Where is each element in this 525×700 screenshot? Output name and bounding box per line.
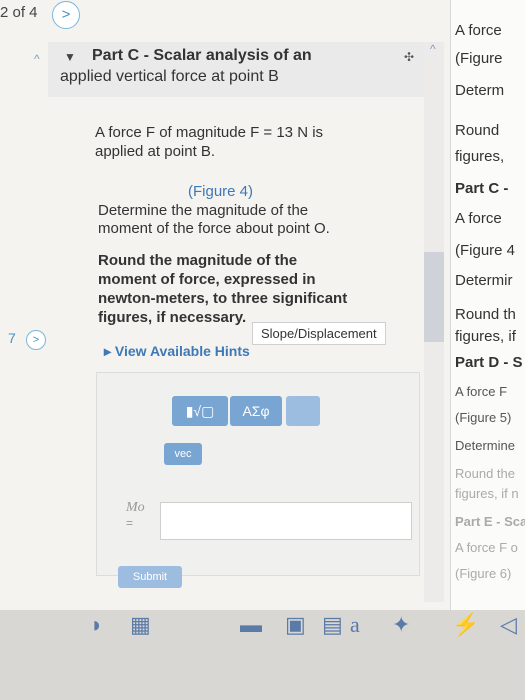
mo-label: Mo bbox=[126, 500, 145, 515]
sidebar-part-line: figures, if n bbox=[455, 486, 519, 501]
dropbox-icon[interactable]: ✦ bbox=[392, 612, 410, 638]
dock-app-icon-1[interactable]: ◗ bbox=[90, 612, 103, 638]
question-line-2: moment of the force about point O. bbox=[98, 220, 330, 237]
templates-button[interactable]: ▮√▢ bbox=[172, 396, 228, 426]
equals-sign: = bbox=[126, 516, 134, 530]
sidebar-part-line: Round bbox=[455, 122, 500, 139]
sidebar-part-line[interactable]: Part C - bbox=[455, 180, 508, 197]
sidebar-part-line: figures, if bbox=[455, 328, 516, 345]
side-next-icon[interactable]: > bbox=[26, 330, 46, 350]
slope-displacement-tooltip: Slope/Displacement bbox=[252, 322, 386, 345]
sidebar-part-line: (Figure bbox=[455, 50, 503, 67]
sidebar-part-line: A force F o bbox=[455, 540, 518, 555]
sidebar-part-line: A force bbox=[455, 210, 502, 227]
dock-app-icon-4[interactable]: ▣ bbox=[285, 612, 306, 638]
dock-app-icon-3[interactable]: ▬ bbox=[240, 612, 262, 638]
dock-app-icon-8[interactable]: ⚡ bbox=[452, 612, 479, 638]
view-hints-link[interactable]: ▸ View Available Hints bbox=[104, 343, 250, 360]
sidebar-part-line[interactable]: Part D - S bbox=[455, 354, 523, 371]
sidebar-part-line: (Figure 4 bbox=[455, 242, 516, 259]
dock-app-icon-2[interactable]: ▦ bbox=[130, 612, 151, 638]
parts-sidebar: A force (Figure Determ Round figures, Part C … bbox=[450, 0, 525, 610]
part-title: Part C - Scalar analysis of an bbox=[92, 47, 312, 64]
dock bbox=[0, 610, 525, 700]
next-page-button[interactable]: > bbox=[52, 1, 80, 29]
collapse-up-icon-right[interactable]: ^ bbox=[430, 42, 436, 56]
symbols-button[interactable]: ΑΣφ bbox=[230, 396, 282, 426]
disabled-tool-button[interactable] bbox=[286, 396, 320, 426]
figure-4-link[interactable]: (Figure 4) bbox=[188, 183, 253, 200]
vec-button[interactable]: vec bbox=[164, 443, 202, 465]
sidebar-part-line: (Figure 5) bbox=[455, 410, 512, 425]
submit-button[interactable]: Submit bbox=[118, 566, 182, 588]
sidebar-part-line: (Figure 6) bbox=[455, 566, 512, 581]
part-subtitle: applied vertical force at point B bbox=[60, 68, 279, 85]
collapse-up-icon[interactable]: ^ bbox=[34, 52, 40, 66]
sidebar-part-line: A force bbox=[455, 22, 502, 39]
scroll-handle[interactable] bbox=[424, 252, 444, 342]
problem-line-1: A force F of magnitude F = 13 N is bbox=[95, 124, 324, 141]
round-line-3: newton-meters, to three significant bbox=[98, 290, 348, 307]
round-line-2: moment of force, expressed in bbox=[98, 271, 316, 288]
sidebar-part-line: figures, bbox=[455, 148, 505, 165]
round-line-1: Round the magnitude of the bbox=[98, 252, 298, 269]
dock-app-icon-5[interactable]: ▤ bbox=[322, 612, 343, 638]
sidebar-part-line: A force F bbox=[455, 384, 508, 399]
sidebar-part-line[interactable]: Part E - Sca bbox=[455, 514, 525, 529]
sidebar-part-line: Determine bbox=[455, 438, 515, 453]
sidebar-part-line: Round the bbox=[455, 466, 515, 481]
question-line-1: Determine the magnitude of the bbox=[98, 202, 309, 219]
round-line-4: figures, if necessary. bbox=[98, 309, 247, 326]
problem-line-2: applied at point B. bbox=[95, 143, 216, 160]
dock-app-icon-6[interactable]: a bbox=[350, 612, 360, 638]
hints-label: View Available Hints bbox=[114, 343, 250, 359]
cursor-icon: ✣ bbox=[404, 50, 415, 64]
dock-app-icon-9[interactable]: ◁ bbox=[500, 612, 517, 638]
sidebar-part-line: Determir bbox=[455, 272, 513, 289]
pager-label: 2 of 4 bbox=[0, 4, 38, 21]
part-expanded-icon[interactable]: ▼ bbox=[64, 50, 76, 64]
side-arrow-icon: 7 bbox=[8, 330, 16, 346]
sidebar-part-line: Determ bbox=[455, 82, 505, 99]
sidebar-part-line: Round th bbox=[455, 306, 516, 323]
mo-answer-input[interactable] bbox=[160, 502, 412, 540]
